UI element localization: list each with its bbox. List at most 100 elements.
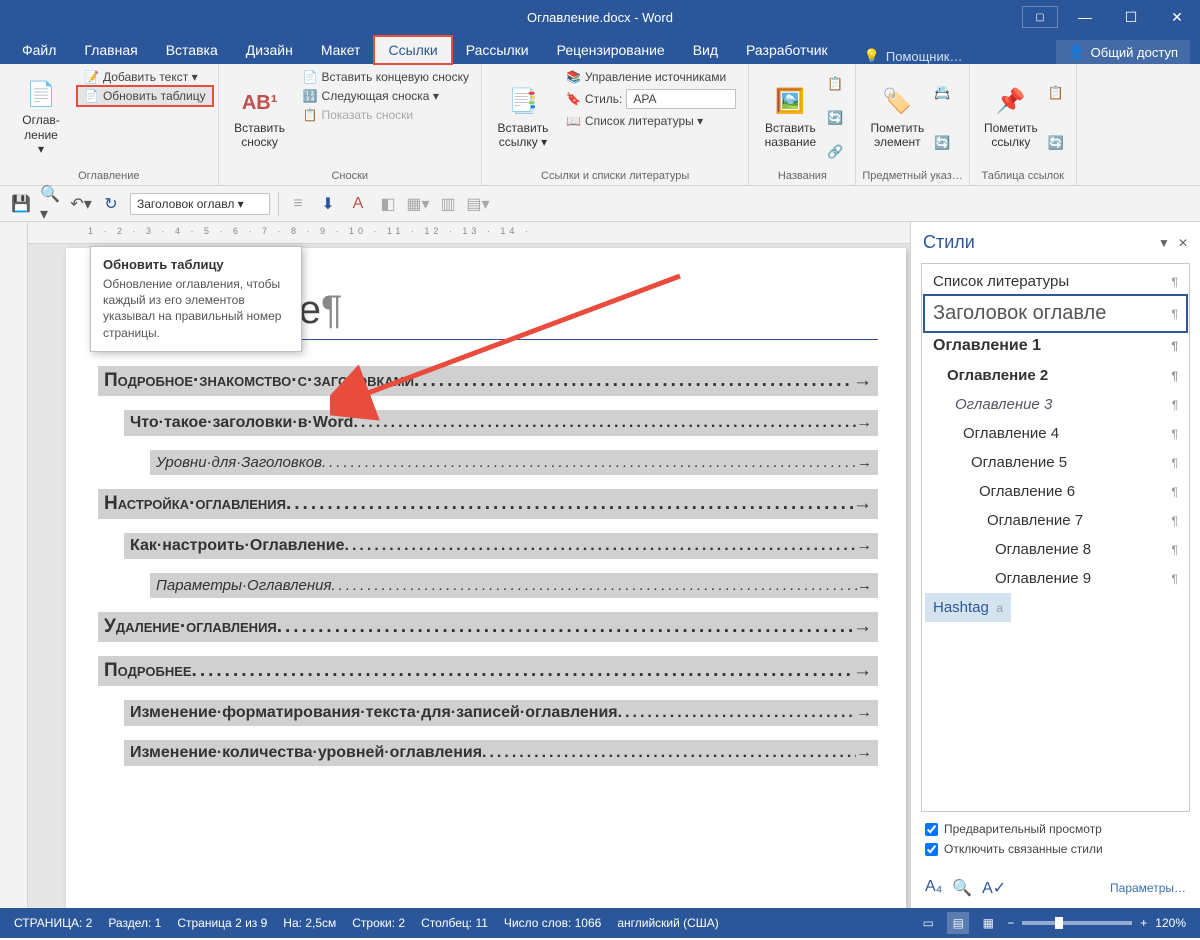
style-item[interactable]: Hashtaga xyxy=(925,593,1011,622)
status-column[interactable]: Столбец: 11 xyxy=(421,916,488,930)
tab-review[interactable]: Рецензирование xyxy=(543,36,679,64)
tab-insert[interactable]: Вставка xyxy=(152,36,232,64)
status-page[interactable]: СТРАНИЦА: 2 xyxy=(14,916,92,930)
update-table-button[interactable]: 📄Обновить таблицу xyxy=(78,87,212,105)
cross-ference-icon[interactable]: 🔗 xyxy=(827,144,849,160)
style-item[interactable]: Оглавление 8¶ xyxy=(925,535,1186,564)
qat-icon-4[interactable]: ◧ xyxy=(377,193,399,215)
qat-icon-6[interactable]: ▥ xyxy=(437,193,459,215)
style-list[interactable]: Список литературы¶Заголовок оглавле¶Огла… xyxy=(921,263,1190,812)
tab-layout[interactable]: Макет xyxy=(307,36,375,64)
mark-entry-button[interactable]: 🏷️ Пометить элемент xyxy=(862,68,932,168)
zoom-level[interactable]: 120% xyxy=(1155,916,1186,930)
undo-icon[interactable]: ↶▾ xyxy=(70,193,92,215)
style-item[interactable]: Оглавление 5¶ xyxy=(925,448,1186,477)
style-item[interactable]: Оглавление 9¶ xyxy=(925,564,1186,593)
toc-entry[interactable]: Изменение·форматирования·текста·для·запи… xyxy=(124,700,878,726)
bibliography-button[interactable]: 📖Список литературы ▾ xyxy=(560,112,742,130)
toc-entry[interactable]: Подробнее ..............................… xyxy=(98,656,878,686)
zoom-slider[interactable] xyxy=(1022,921,1132,925)
insert-footnote-button[interactable]: AB¹ Вставить сноску xyxy=(225,68,295,168)
status-section[interactable]: Раздел: 1 xyxy=(108,916,161,930)
mark-citation-button[interactable]: 📌 Пометить ссылку xyxy=(976,68,1046,168)
toc-entry[interactable]: Параметры·Оглавления ...................… xyxy=(150,573,878,598)
preview-checkbox[interactable]: Предварительный просмотр xyxy=(925,822,1186,836)
toc-entry[interactable]: Удаление·оглавления ....................… xyxy=(98,612,878,642)
toc-entry[interactable]: Как·настроить·Оглавление ...............… xyxy=(124,533,878,559)
toc-entry[interactable]: Изменение·количества·уровней·оглавления … xyxy=(124,740,878,766)
tab-home[interactable]: Главная xyxy=(70,36,151,64)
insert-toa-icon[interactable]: 📋 xyxy=(1048,85,1070,101)
caption-extra-icon[interactable]: 📋 xyxy=(827,76,849,92)
citation-style-select[interactable]: 🔖Стиль: APA xyxy=(560,87,742,111)
qat-icon-3[interactable]: A xyxy=(347,193,369,215)
style-item[interactable]: Список литературы¶ xyxy=(925,267,1186,296)
insert-caption-button[interactable]: 🖼️ Вставить название xyxy=(755,68,825,168)
update-toa-icon[interactable]: 🔄 xyxy=(1048,135,1070,151)
tell-me-search[interactable]: 💡 Помощник… xyxy=(864,48,963,64)
tab-file[interactable]: Файл xyxy=(8,36,70,64)
style-selector[interactable]: Заголовок оглавл ▾ xyxy=(130,193,270,215)
new-style-icon[interactable]: A₄ xyxy=(925,878,942,898)
style-item[interactable]: Оглавление 1¶ xyxy=(925,331,1186,361)
style-item[interactable]: Оглавление 2¶ xyxy=(925,361,1186,390)
share-button[interactable]: 👤 Общий доступ xyxy=(1056,40,1190,64)
vertical-ruler xyxy=(0,222,28,908)
styles-options-link[interactable]: Параметры… xyxy=(1110,881,1186,895)
add-text-button[interactable]: 📝Добавить текст ▾ xyxy=(78,68,212,86)
web-layout-icon[interactable]: ▦ xyxy=(977,912,999,934)
manage-styles-icon[interactable]: A✓ xyxy=(982,878,1006,898)
zoom-in-button[interactable]: + xyxy=(1140,916,1147,930)
style-item[interactable]: Оглавление 7¶ xyxy=(925,506,1186,535)
insert-endnote-button[interactable]: 📄Вставить концевую сноску xyxy=(297,68,475,86)
status-position[interactable]: На: 2,5см xyxy=(283,916,336,930)
disable-linked-checkbox[interactable]: Отключить связанные стили xyxy=(925,842,1186,856)
toc-entry[interactable]: Уровни·для·Заголовков ..................… xyxy=(150,450,878,475)
ribbon-display-options-icon[interactable]: ▢ xyxy=(1022,6,1058,28)
tab-developer[interactable]: Разработчик xyxy=(732,36,842,64)
tab-view[interactable]: Вид xyxy=(679,36,732,64)
qat-icon-1[interactable]: ≡ xyxy=(287,193,309,215)
style-inspector-icon[interactable]: 🔍 xyxy=(952,878,972,898)
pane-options-icon[interactable]: ▼ xyxy=(1158,236,1170,250)
update-index-icon[interactable]: 🔄 xyxy=(934,135,956,151)
status-words[interactable]: Число слов: 1066 xyxy=(504,916,601,930)
toc-entry[interactable]: Подробное·знакомство·с·заголовками .....… xyxy=(98,366,878,396)
caption-extra2-icon[interactable]: 🔄 xyxy=(827,110,849,126)
tooltip-body: Обновление оглавления, чтобы каждый из е… xyxy=(103,276,289,341)
print-preview-icon[interactable]: 🔍▾ xyxy=(40,193,62,215)
style-item[interactable]: Заголовок оглавле¶ xyxy=(925,296,1186,331)
style-item[interactable]: Оглавление 4¶ xyxy=(925,419,1186,448)
close-button[interactable]: ✕ xyxy=(1154,0,1200,34)
tab-references[interactable]: Ссылки xyxy=(374,36,451,64)
add-text-icon: 📝 xyxy=(84,70,99,84)
maximize-button[interactable]: ☐ xyxy=(1108,0,1154,34)
zoom-out-button[interactable]: − xyxy=(1007,916,1014,930)
minimize-button[interactable]: — xyxy=(1062,0,1108,34)
manage-sources-button[interactable]: 📚Управление источниками xyxy=(560,68,742,86)
tab-mailings[interactable]: Рассылки xyxy=(452,36,543,64)
toc-button[interactable]: 📄 Оглав­ление▾ xyxy=(6,68,76,168)
read-mode-icon[interactable]: ▭ xyxy=(917,912,939,934)
qat-icon-7[interactable]: ▤▾ xyxy=(467,193,489,215)
redo-icon[interactable]: ↻ xyxy=(100,193,122,215)
style-item[interactable]: Оглавление 6¶ xyxy=(925,477,1186,506)
qat-icon-5[interactable]: ▦▾ xyxy=(407,193,429,215)
show-notes-button[interactable]: 📋Показать сноски xyxy=(297,106,475,124)
next-footnote-button[interactable]: 🔢Следующая сноска ▾ xyxy=(297,87,475,105)
citation-icon: 📑 xyxy=(507,87,539,119)
toc-entry[interactable]: Настройка·оглавления ...................… xyxy=(98,489,878,519)
style-item[interactable]: Оглавление 3¶ xyxy=(925,390,1186,419)
tab-design[interactable]: Дизайн xyxy=(232,36,307,64)
qat-icon-2[interactable]: ⬇ xyxy=(317,193,339,215)
save-icon[interactable]: 💾 xyxy=(10,193,32,215)
status-page-of[interactable]: Страница 2 из 9 xyxy=(177,916,267,930)
insert-index-icon[interactable]: 📇 xyxy=(934,85,956,101)
pane-close-icon[interactable]: ✕ xyxy=(1178,236,1188,250)
insert-citation-button[interactable]: 📑 Вставить ссылку ▾ xyxy=(488,68,558,168)
status-language[interactable]: английский (США) xyxy=(617,916,718,930)
toc-entry[interactable]: Что·такое·заголовки·в·Word .............… xyxy=(124,410,878,436)
toc-icon: 📄 xyxy=(25,79,57,111)
print-layout-icon[interactable]: ▤ xyxy=(947,912,969,934)
status-line[interactable]: Строки: 2 xyxy=(352,916,405,930)
